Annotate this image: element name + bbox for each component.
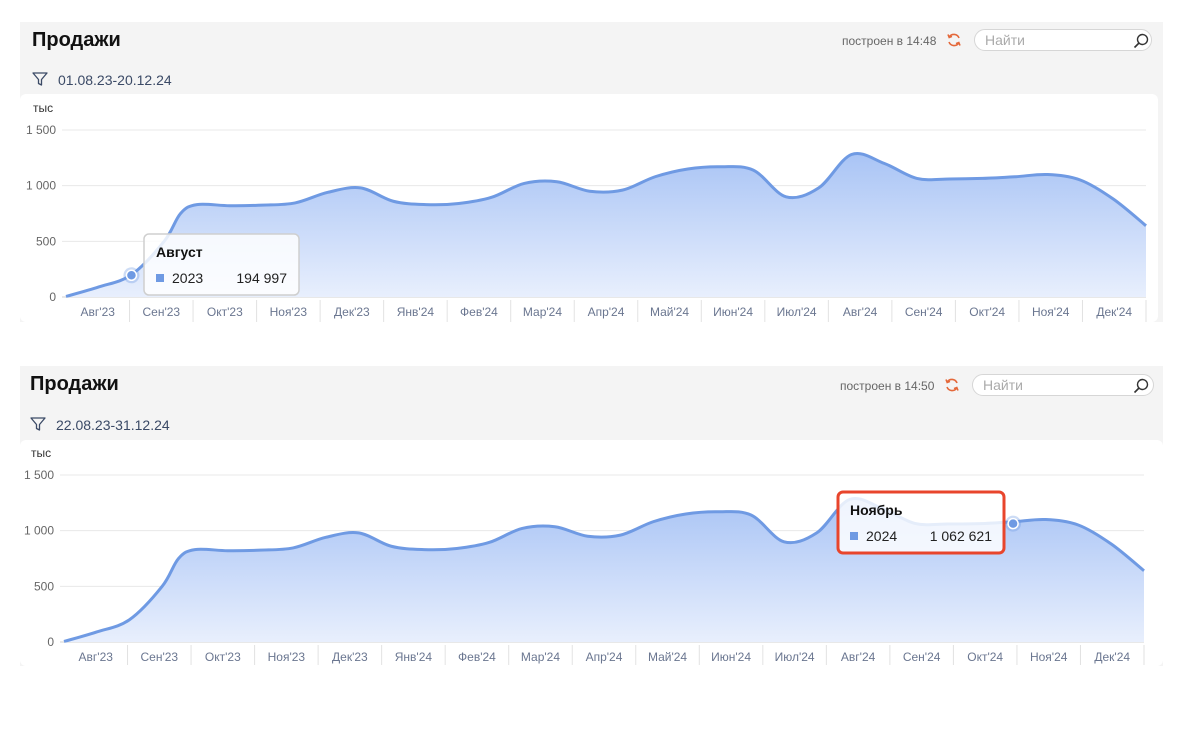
y-tick-label: 1 000 — [24, 524, 54, 538]
x-tick-label: Сен'24 — [903, 650, 941, 664]
x-tick-label: Май'24 — [648, 650, 687, 664]
y-tick-label: 0 — [47, 635, 54, 649]
tooltip-series-name: 2024 — [866, 528, 897, 544]
x-tick-label: Ноя'23 — [268, 650, 306, 664]
x-tick-label: Авг'24 — [841, 650, 876, 664]
x-tick-label: Сен'23 — [140, 650, 178, 664]
x-tick-label: Окт'24 — [967, 650, 1003, 664]
y-tick-label: 500 — [34, 579, 54, 593]
tooltip-series-swatch — [850, 532, 858, 540]
x-tick-label: Июл'24 — [775, 650, 815, 664]
x-tick-label: Июн'24 — [711, 650, 751, 664]
x-tick-label: Фев'24 — [458, 650, 496, 664]
tooltip-value: 1 062 621 — [930, 528, 992, 544]
x-tick-label: Окт'23 — [205, 650, 241, 664]
x-tick-label: Дек'24 — [1094, 650, 1130, 664]
x-tick-label: Мар'24 — [521, 650, 560, 664]
tooltip-title: Ноябрь — [850, 502, 903, 518]
y-tick-label: 1 500 — [24, 468, 54, 482]
hover-marker — [1007, 517, 1019, 530]
y-unit-label: тыс — [31, 446, 51, 460]
x-tick-label: Апр'24 — [586, 650, 623, 664]
x-tick-label: Янв'24 — [395, 650, 433, 664]
x-tick-label: Дек'23 — [332, 650, 368, 664]
x-tick-label: Ноя'24 — [1030, 650, 1068, 664]
x-tick-label: Авг'23 — [79, 650, 114, 664]
sales-area-chart-2: 0 500 1 000 1 500 тыс Авг'23 Сен'23 Окт'23 Ноя'2… — [24, 446, 1145, 665]
